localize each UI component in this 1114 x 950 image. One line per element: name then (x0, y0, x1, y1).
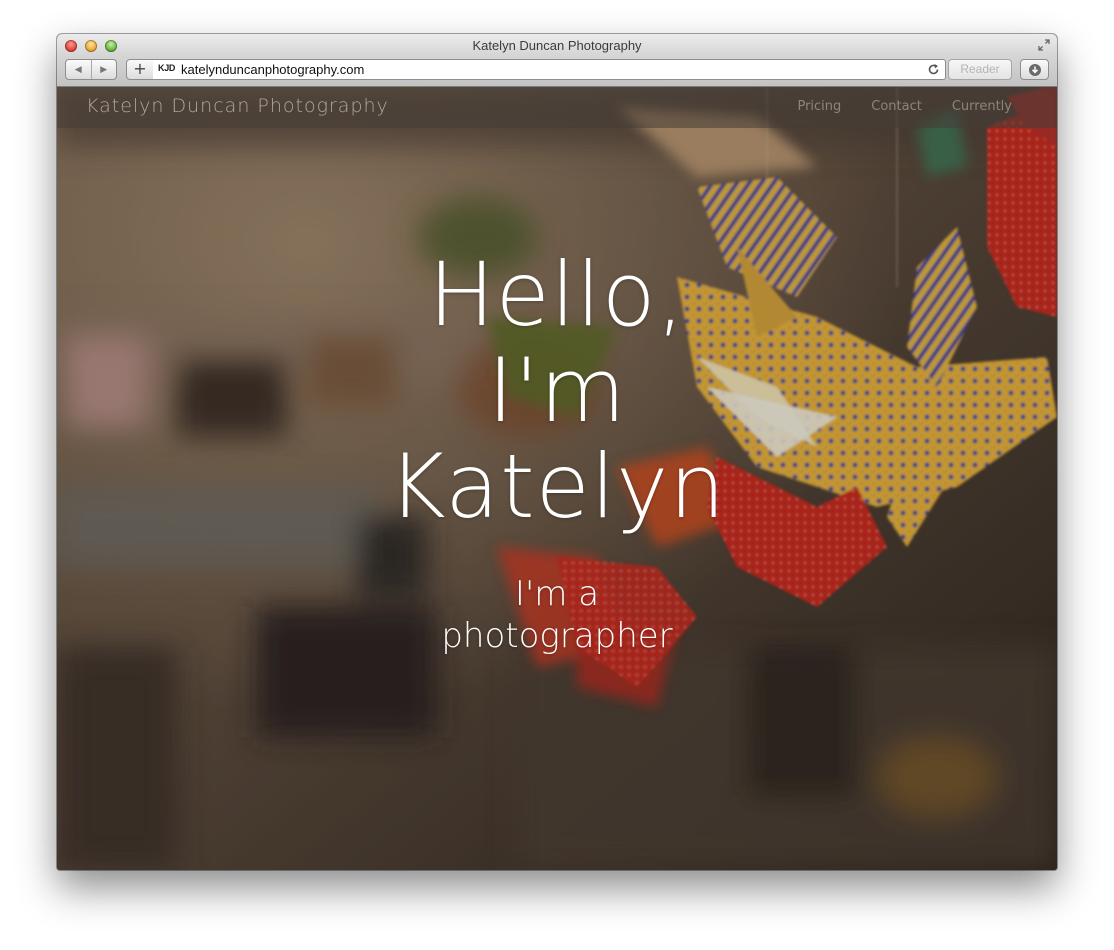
hero-title-line: Hello, (428, 243, 686, 346)
hero-subtitle-line: photographer (441, 616, 673, 656)
site-nav-bar: Katelyn Duncan Photography Pricing Conta… (57, 87, 1057, 128)
nav-link-currently[interactable]: Currently (952, 99, 1012, 114)
nav-link-pricing[interactable]: Pricing (797, 99, 841, 114)
fullscreen-icon[interactable] (1037, 38, 1051, 52)
page-viewport: Katelyn Duncan Photography Pricing Conta… (57, 87, 1057, 870)
nav-link-contact[interactable]: Contact (871, 99, 922, 114)
window-title: Katelyn Duncan Photography (472, 38, 642, 53)
site-nav-links: Pricing Contact Currently (797, 99, 1012, 114)
reader-button[interactable]: Reader (948, 59, 1012, 80)
reload-icon[interactable] (927, 63, 940, 76)
hero-title-line: Katelyn (387, 435, 727, 538)
url-text[interactable]: katelynduncanphotography.com (181, 62, 364, 77)
hero-title: Hello, I'm Katelyn (57, 247, 1057, 535)
address-bar[interactable]: KJD katelynduncanphotography.com (153, 59, 946, 80)
back-icon[interactable]: ◀ (66, 60, 91, 79)
hero-title-line: I'm (487, 339, 627, 442)
hero-subtitle-line: I'm a (514, 574, 600, 614)
hero-subtitle: I'm a photographer (57, 573, 1057, 657)
add-bookmark-icon[interactable]: + (126, 59, 154, 80)
forward-icon[interactable]: ▶ (90, 60, 117, 79)
site-favicon: KJD (158, 63, 176, 73)
history-nav: ◀ ▶ (65, 59, 117, 80)
browser-toolbar: Katelyn Duncan Photography ◀ ▶ + KJD kat… (57, 34, 1057, 87)
browser-window: Katelyn Duncan Photography ◀ ▶ + KJD kat… (57, 34, 1057, 870)
site-brand[interactable]: Katelyn Duncan Photography (86, 95, 389, 117)
download-icon[interactable] (1020, 59, 1049, 80)
